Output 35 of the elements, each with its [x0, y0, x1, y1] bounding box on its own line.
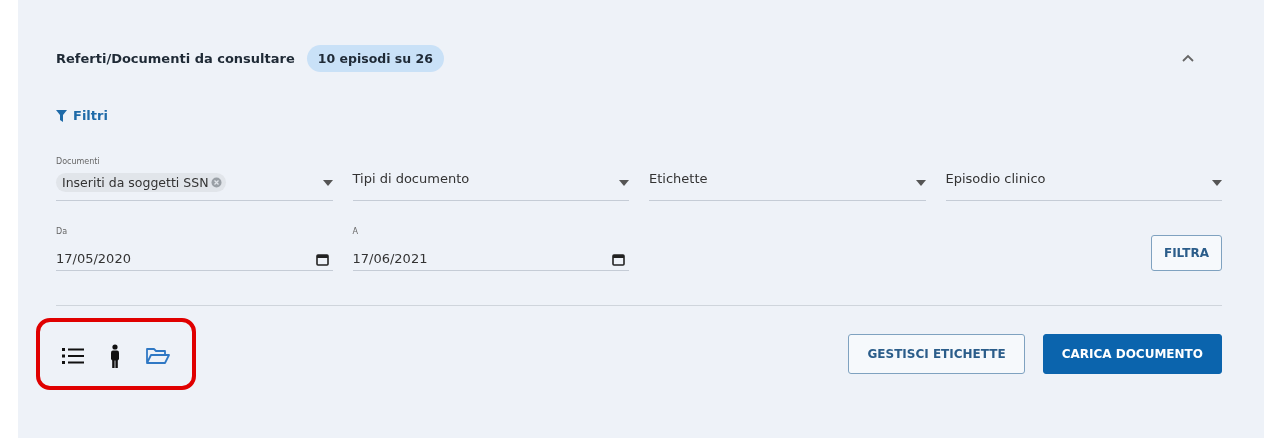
field-label: Da [56, 227, 68, 236]
calendar-icon[interactable] [315, 253, 329, 266]
view-toggle-button[interactable] [108, 342, 122, 370]
panel-title: Referti/Documenti da consultare [56, 50, 295, 66]
upload-document-button[interactable]: CARICA DOCUMENTO [1042, 334, 1222, 374]
filter-button[interactable]: FILTRA [1150, 235, 1222, 271]
field-label: A [352, 227, 358, 236]
date-field[interactable]: Da 17/05/2020 [56, 227, 333, 271]
filters-toggle[interactable]: Filtri [56, 108, 108, 123]
person-icon [110, 344, 120, 368]
manage-labels-button[interactable]: GESTISCI ETICHETTE [848, 334, 1025, 374]
date-value: 17/05/2020 [56, 251, 131, 266]
dropdown-caret-icon[interactable] [322, 180, 333, 186]
field-label: Documenti [56, 157, 100, 166]
select-field[interactable]: Documenti Inseriti da soggetti SSN [56, 157, 333, 201]
select-placeholder: Etichette [649, 171, 708, 188]
dropdown-caret-icon[interactable] [1212, 180, 1222, 186]
calendar-icon[interactable] [612, 253, 625, 266]
collapse-chevron-icon[interactable] [1182, 54, 1194, 62]
select-field[interactable]: Tipi di documento [352, 157, 629, 201]
select-field[interactable]: Episodio clinico [945, 157, 1222, 201]
open-folder-icon [146, 347, 170, 365]
list-icon [62, 347, 84, 365]
episode-count-badge: 10 episodi su 26 [306, 44, 444, 72]
select-placeholder: Tipi di documento [352, 171, 470, 188]
selected-chip: Inseriti da soggetti SSN [56, 173, 226, 192]
select-placeholder: Episodio clinico [945, 171, 1046, 188]
date-value: 17/06/2021 [352, 251, 428, 266]
view-toggle-button[interactable] [144, 345, 172, 367]
filter-icon [56, 109, 67, 122]
select-field[interactable]: Etichette [649, 157, 926, 201]
view-toggle-button[interactable] [60, 345, 86, 367]
date-field[interactable]: A 17/06/2021 [352, 227, 629, 271]
dropdown-caret-icon[interactable] [619, 180, 629, 186]
dropdown-caret-icon[interactable] [915, 180, 926, 186]
